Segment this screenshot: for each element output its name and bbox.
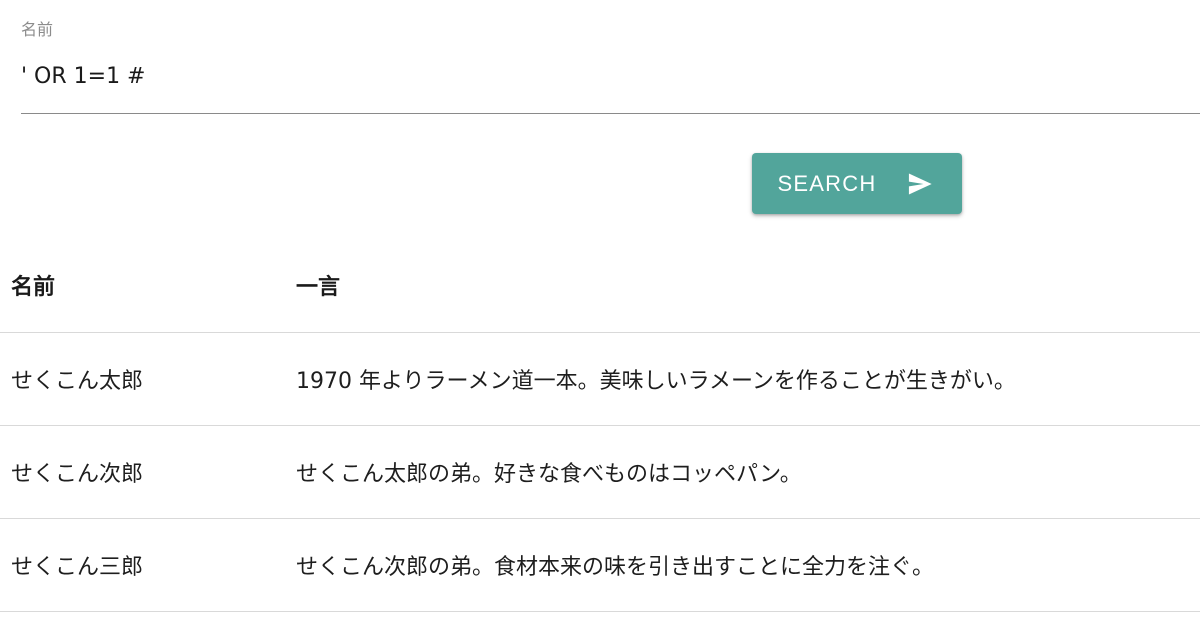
results-table: 名前 一言 せくこん太郎 1970 年よりラーメン道一本。美味しいラメーンを作る… xyxy=(0,238,1200,612)
search-button[interactable]: SEARCH xyxy=(752,153,962,214)
send-icon xyxy=(909,173,933,194)
name-field: 名前 xyxy=(21,14,1200,114)
cell-comment: 1970 年よりラーメン道一本。美味しいラメーンを作ることが生きがい。 xyxy=(296,368,1016,394)
cell-name: せくこん三郎 xyxy=(11,554,144,580)
cell-comment: せくこん太郎の弟。好きな食べものはコッペパン。 xyxy=(296,461,802,487)
table-row: せくこん次郎 せくこん太郎の弟。好きな食べものはコッペパン。 xyxy=(0,425,1200,518)
cell-comment: せくこん次郎の弟。食材本来の味を引き出すことに全力を注ぐ。 xyxy=(296,554,935,580)
table-row: せくこん三郎 せくこん次郎の弟。食材本来の味を引き出すことに全力を注ぐ。 xyxy=(0,518,1200,611)
column-header-name: 名前 xyxy=(11,274,56,300)
name-input[interactable] xyxy=(21,62,1200,92)
table-header-row: 名前 一言 xyxy=(0,238,1200,332)
search-page: 名前 SEARCH 名前 一言 せくこん太郎 1970 年よりラーメン道一本。美… xyxy=(0,0,1200,638)
cell-name: せくこん次郎 xyxy=(11,461,144,487)
name-field-label: 名前 xyxy=(21,20,54,39)
search-button-label: SEARCH xyxy=(777,170,877,196)
cell-name: せくこん太郎 xyxy=(11,368,144,394)
column-header-comment: 一言 xyxy=(296,274,341,300)
table-row: せくこん太郎 1970 年よりラーメン道一本。美味しいラメーンを作ることが生きが… xyxy=(0,332,1200,425)
